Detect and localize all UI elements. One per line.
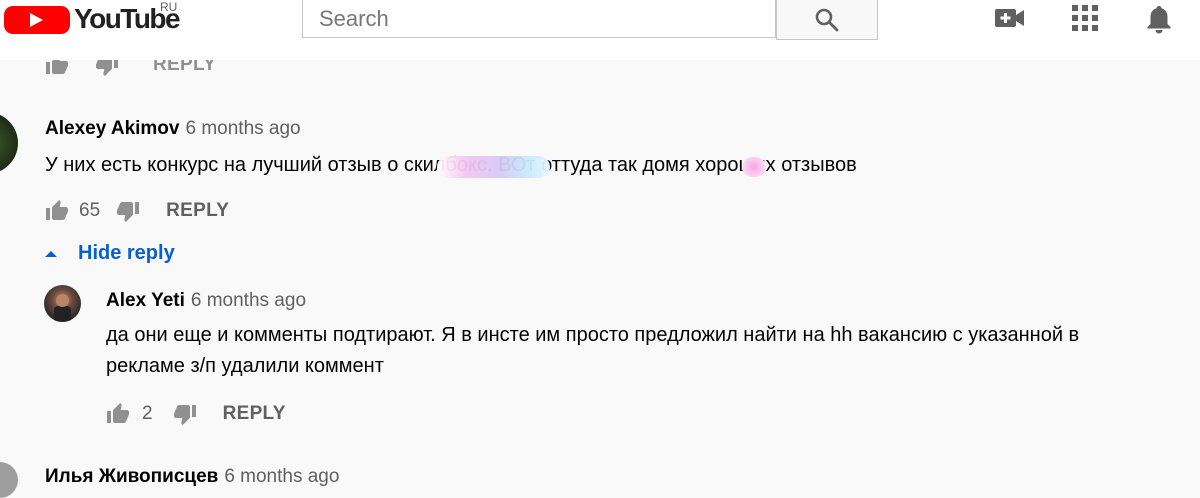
youtube-play-logo-icon: [4, 6, 70, 34]
comment-author-line: Alexey Akimov 6 months ago: [45, 118, 301, 140]
reply-text-line-2: рекламе з/п удалили коммент: [106, 355, 384, 377]
like-count: 2: [142, 403, 153, 424]
search-input[interactable]: [303, 0, 775, 37]
caret-up-icon: [45, 250, 57, 257]
comment-author-line: Илья Живописцев 6 months ago: [45, 466, 339, 488]
avatar[interactable]: [0, 112, 18, 174]
create-video-icon[interactable]: [993, 3, 1027, 33]
comment-time[interactable]: 6 months ago: [185, 118, 300, 139]
reply-author[interactable]: Alex Yeti: [106, 290, 185, 311]
reply-time[interactable]: 6 months ago: [191, 290, 306, 311]
comment-time[interactable]: 6 months ago: [224, 466, 339, 487]
avatar[interactable]: [44, 285, 81, 322]
notifications-bell-icon[interactable]: [1143, 3, 1175, 35]
hide-reply-label: Hide reply: [78, 242, 175, 264]
reply-author-line: Alex Yeti 6 months ago: [106, 290, 306, 312]
search-button[interactable]: [776, 0, 878, 40]
censor-blur: [742, 157, 766, 177]
search-box: [302, 0, 776, 38]
comment-author[interactable]: Илья Живописцев: [45, 466, 218, 487]
thumb-up-icon[interactable]: [45, 199, 69, 223]
reply-text-line-1: да они еще и комменты подтирают. Я в инс…: [106, 324, 1080, 346]
hide-reply-toggle[interactable]: Hide reply: [44, 242, 175, 265]
avatar-face: [56, 294, 69, 307]
reply-button[interactable]: REPLY: [166, 200, 229, 222]
like-count: 65: [79, 200, 101, 221]
thumb-up-icon[interactable]: [106, 402, 130, 426]
avatar[interactable]: [0, 462, 18, 498]
thumb-down-icon[interactable]: [173, 402, 197, 426]
reply-button[interactable]: REPLY: [223, 403, 286, 425]
avatar-figure: [54, 306, 71, 322]
apps-grid-icon[interactable]: [1070, 3, 1100, 33]
reply-actions: 2 REPLY: [106, 399, 286, 429]
masthead-bottom: [0, 40, 1200, 60]
comment-actions: 65 REPLY: [45, 196, 229, 226]
censor-blur: [437, 156, 550, 178]
comment-author[interactable]: Alexey Akimov: [45, 118, 179, 139]
thumb-down-icon[interactable]: [116, 199, 140, 223]
search-icon: [815, 8, 839, 31]
country-code: RU: [160, 0, 178, 14]
